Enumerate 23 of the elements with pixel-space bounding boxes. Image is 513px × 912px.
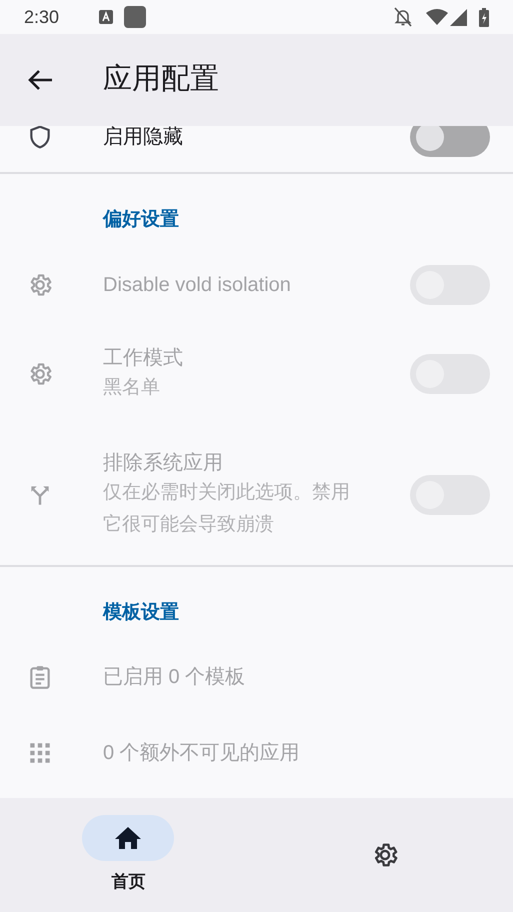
section-header: 模板设置 bbox=[103, 601, 179, 625]
status-time: 2:30 bbox=[24, 6, 60, 28]
setting-title: Disable vold isolation bbox=[103, 273, 292, 298]
wifi-icon bbox=[426, 9, 448, 25]
setting-title: 0 个额外不可见的应用 bbox=[103, 741, 301, 766]
setting-title: 启用隐藏 bbox=[103, 126, 184, 150]
setting-title: 工作模式 bbox=[103, 346, 184, 371]
home-icon bbox=[115, 827, 142, 849]
bell-off-icon bbox=[394, 7, 412, 27]
setting-title: 排除系统应用 bbox=[103, 450, 224, 476]
setting-title: 已启用 0 个模板 bbox=[103, 665, 246, 690]
section-header: 偏好设置 bbox=[103, 208, 179, 232]
keyboard-icon bbox=[99, 10, 114, 24]
page-title: 应用配置 bbox=[103, 62, 219, 98]
home-nav-item[interactable] bbox=[82, 815, 174, 861]
back-arrow-icon bbox=[27, 69, 53, 91]
toggle-switch[interactable] bbox=[410, 126, 490, 157]
nav-label: 首页 bbox=[111, 871, 146, 893]
setting-description: 仅在必需时关闭此选项。禁用它很可能会导致崩溃 bbox=[103, 480, 351, 536]
signal-icon bbox=[450, 8, 467, 26]
setting-description: 黑名单 bbox=[103, 376, 161, 400]
battery-icon bbox=[479, 8, 489, 26]
app-square-icon bbox=[124, 6, 146, 28]
